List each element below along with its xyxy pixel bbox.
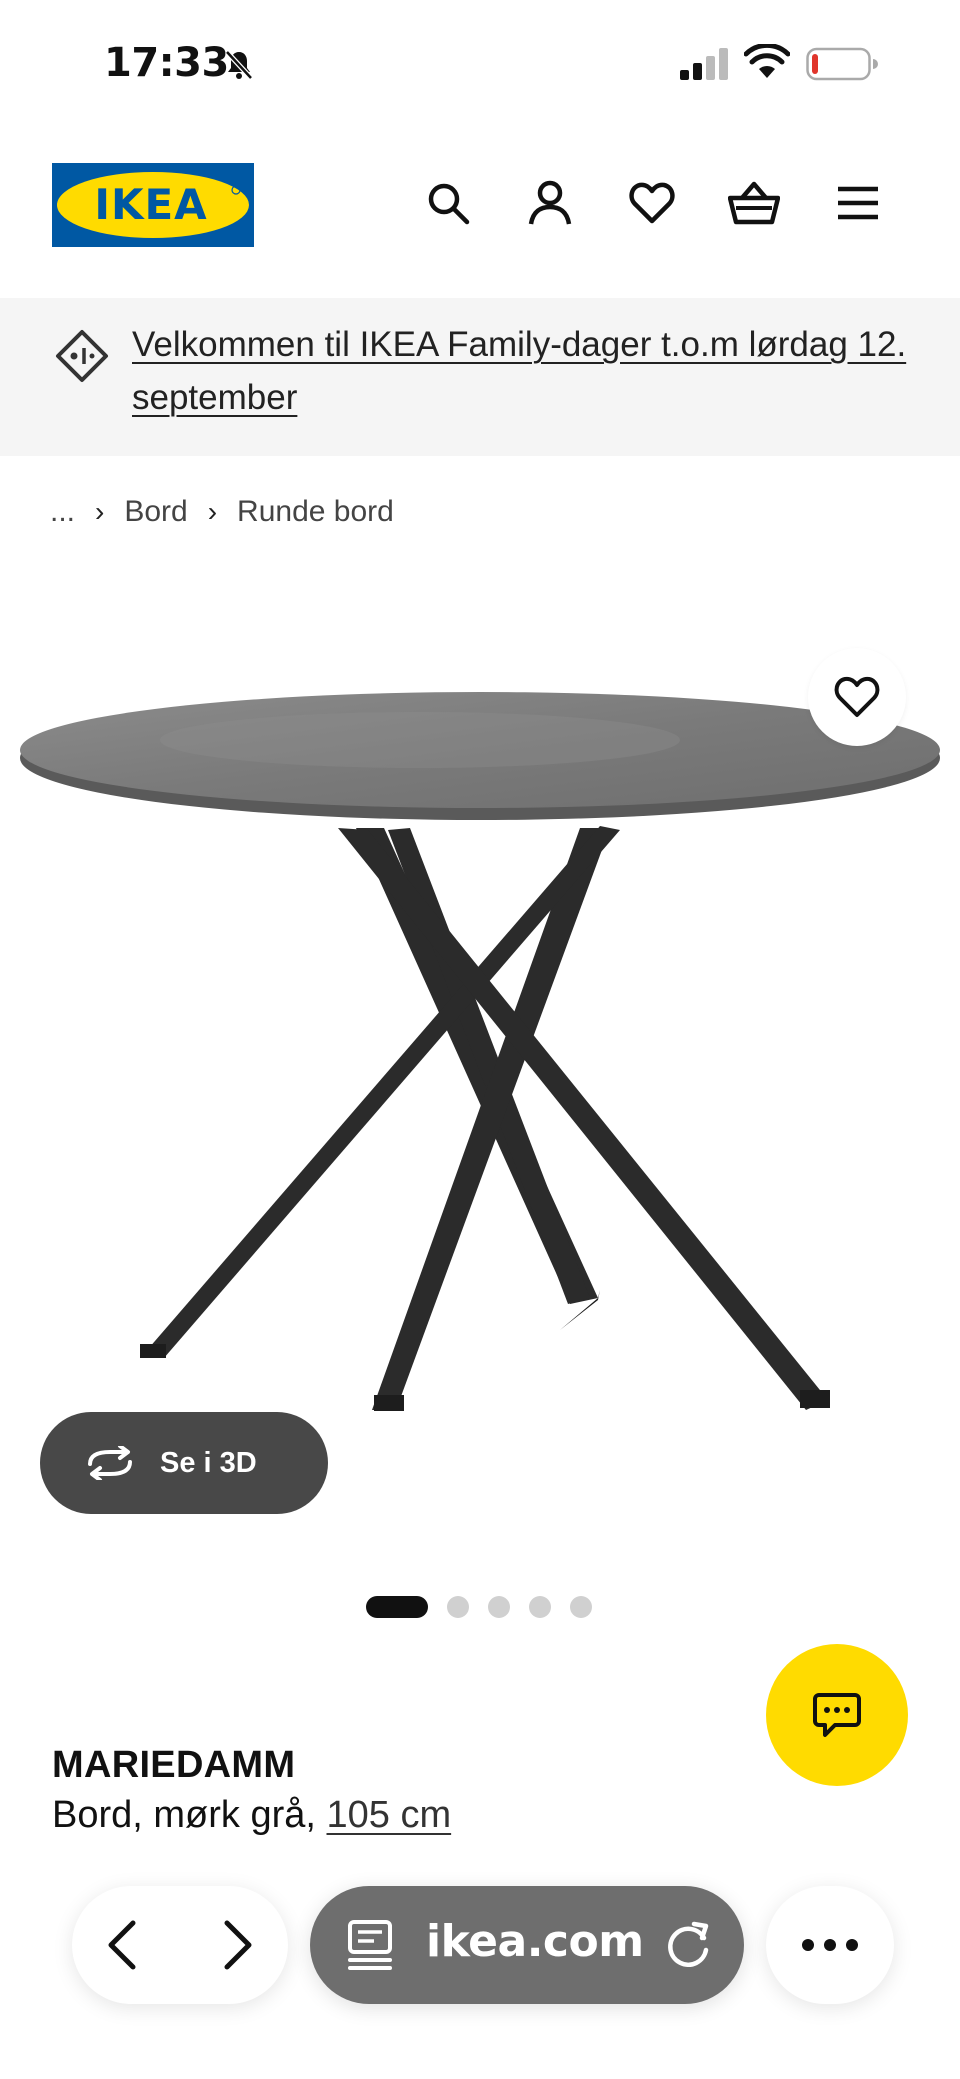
favourites-button[interactable] (624, 175, 680, 231)
view-3d-button[interactable]: Se i 3D (40, 1412, 328, 1514)
logo-text: IKEA (94, 180, 207, 229)
tag-icon (56, 330, 108, 382)
product-description: Bord, mørk grå, 105 cm (52, 1794, 451, 1837)
carousel-dot[interactable] (488, 1596, 510, 1618)
menu-icon (838, 186, 878, 220)
favourite-button[interactable] (808, 648, 906, 746)
promo-banner[interactable]: Velkommen til IKEA Family-dager t.o.m lø… (0, 298, 960, 456)
carousel-dot[interactable] (529, 1596, 551, 1618)
product-name: MARIEDAMM (52, 1744, 296, 1786)
more-button[interactable] (766, 1886, 894, 2004)
basket-button[interactable] (726, 175, 782, 231)
search-button[interactable] (420, 175, 476, 231)
breadcrumb-bord[interactable]: Bord (124, 495, 187, 529)
search-icon (428, 183, 470, 225)
promo-link[interactable]: Velkommen til IKEA Family-dager t.o.m lø… (132, 318, 922, 424)
wifi-icon (744, 44, 790, 78)
menu-button[interactable] (830, 175, 886, 231)
breadcrumb: ... › Bord › Runde bord (50, 490, 394, 534)
breadcrumb-runde-bord[interactable]: Runde bord (237, 495, 394, 529)
address-bar[interactable]: ikea.com (310, 1886, 744, 2004)
carousel-dot[interactable] (570, 1596, 592, 1618)
chat-icon (813, 1693, 861, 1737)
reload-icon[interactable] (662, 1918, 716, 1972)
more-icon (802, 1939, 858, 1951)
forward-button[interactable] (210, 1916, 266, 1974)
status-bar: 17:33 (0, 0, 960, 130)
back-button[interactable] (94, 1916, 150, 1974)
chevron-right-icon: › (207, 496, 218, 527)
bell-slash-icon (225, 50, 253, 80)
product-image[interactable] (0, 600, 960, 1540)
view-3d-label: Se i 3D (160, 1446, 257, 1479)
battery-low-icon (806, 47, 878, 81)
heart-icon (834, 676, 880, 717)
heart-icon (629, 182, 675, 224)
reader-icon[interactable] (344, 1918, 398, 1972)
cellular-signal-icon (680, 48, 728, 80)
status-time: 17:33 (104, 40, 229, 86)
breadcrumb-ellipsis[interactable]: ... (50, 495, 75, 529)
site-header: IKEA (0, 130, 960, 298)
account-button[interactable] (522, 175, 578, 231)
carousel-dots (366, 1596, 611, 1618)
user-icon (528, 180, 572, 225)
product-desc-text: Bord, mørk grå, (52, 1794, 327, 1836)
chevron-right-icon: › (95, 496, 105, 527)
product-size-link[interactable]: 105 cm (327, 1794, 452, 1836)
browser-nav-pill (72, 1886, 288, 2004)
chevron-right-icon (224, 1920, 252, 1970)
basket-icon (728, 181, 780, 225)
rotate-3d-icon (88, 1446, 132, 1480)
carousel-dot[interactable] (447, 1596, 469, 1618)
carousel-dot[interactable] (366, 1596, 428, 1618)
chevron-left-icon (108, 1920, 136, 1970)
url-text: ikea.com (426, 1916, 644, 1967)
chat-button[interactable] (766, 1644, 908, 1786)
ikea-logo[interactable]: IKEA (52, 163, 254, 247)
